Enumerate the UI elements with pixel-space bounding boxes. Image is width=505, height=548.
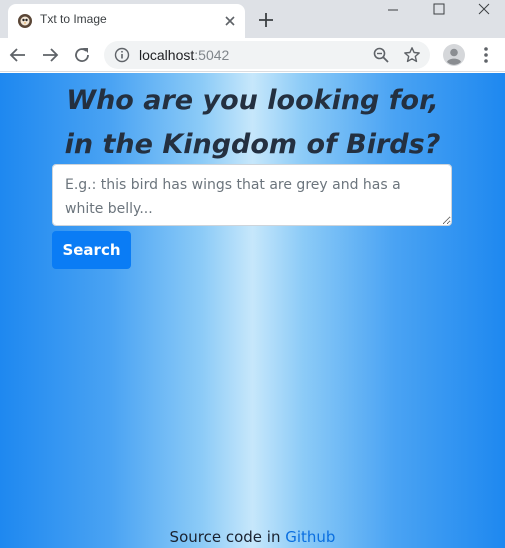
- url-text[interactable]: localhost:5042: [139, 47, 229, 63]
- footer: Source code in Github: [0, 528, 505, 546]
- page-title-line-1: Who are you looking for,: [66, 85, 439, 116]
- browser-window: Txt to Image localhost:5042 Who are you …: [0, 0, 505, 548]
- zoom-icon[interactable]: [372, 46, 390, 64]
- info-icon[interactable]: [114, 47, 130, 63]
- bird-favicon-icon: [17, 13, 33, 29]
- minimize-icon[interactable]: [370, 0, 416, 20]
- address-bar[interactable]: localhost:5042: [104, 41, 430, 69]
- browser-tab[interactable]: Txt to Image: [8, 4, 245, 38]
- profile-icon[interactable]: [442, 43, 466, 67]
- page-viewport: Who are you looking for, in the Kingdom …: [0, 73, 505, 548]
- star-icon[interactable]: [403, 46, 421, 64]
- reload-icon[interactable]: [70, 43, 94, 67]
- close-icon[interactable]: [221, 12, 239, 30]
- window-close-icon[interactable]: [459, 0, 505, 20]
- tab-title: Txt to Image: [40, 12, 107, 26]
- new-tab-icon[interactable]: [255, 9, 277, 31]
- menu-icon[interactable]: [476, 44, 496, 66]
- maximize-icon[interactable]: [416, 0, 462, 20]
- url-port: :5042: [194, 47, 230, 63]
- page-title: Who are you looking for, in the Kingdom …: [0, 79, 505, 167]
- browser-toolbar: localhost:5042: [0, 38, 505, 72]
- title-bar: Txt to Image: [0, 0, 505, 38]
- page-title-line-2: in the Kingdom of Birds?: [64, 129, 441, 160]
- forward-arrow-icon[interactable]: [38, 43, 62, 67]
- url-host: localhost: [139, 47, 195, 63]
- bird-description-input[interactable]: [52, 164, 452, 226]
- footer-text: Source code in: [169, 528, 286, 546]
- github-link[interactable]: Github: [285, 528, 335, 546]
- search-button[interactable]: Search: [52, 231, 131, 269]
- back-arrow-icon[interactable]: [6, 43, 30, 67]
